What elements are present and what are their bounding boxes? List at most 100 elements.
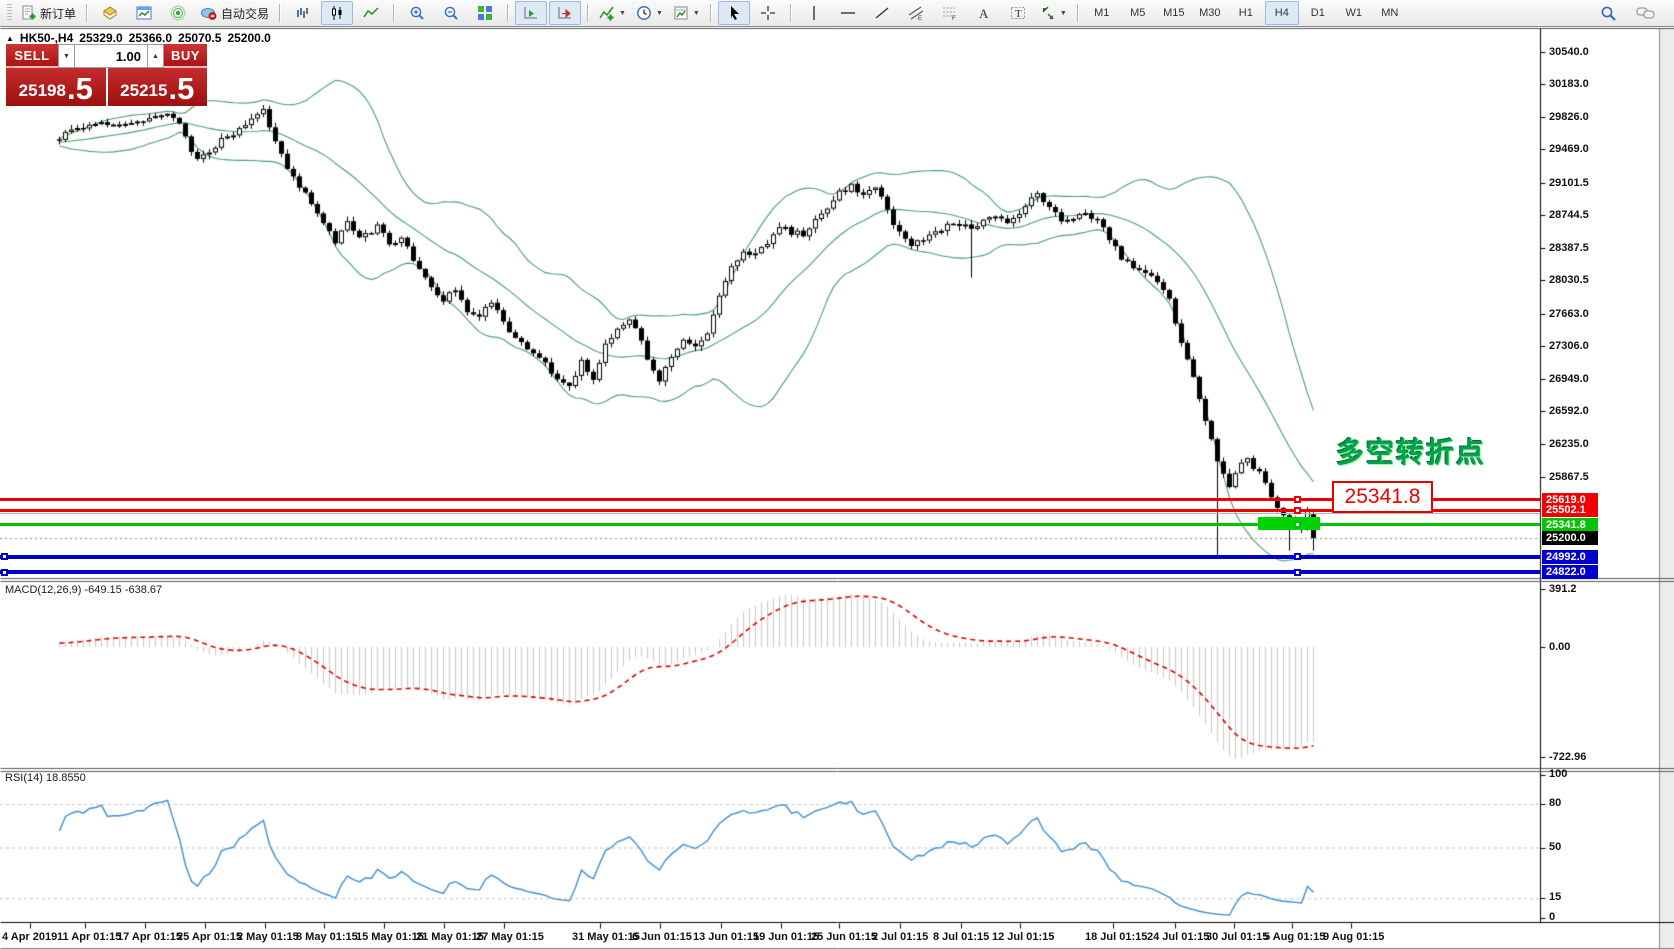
toolbar-separator <box>279 4 281 22</box>
candle-chart-button[interactable] <box>321 1 353 25</box>
search-button[interactable] <box>1592 1 1624 25</box>
volume-input[interactable]: 1.00 <box>75 44 147 68</box>
signal-icon <box>170 5 186 21</box>
bar-chart-button[interactable] <box>287 1 319 25</box>
chart-canvas[interactable] <box>0 0 1674 949</box>
date-axis-label: 21 May 01:15 <box>416 931 484 943</box>
cursor-tool-button[interactable] <box>718 1 750 25</box>
price-axis-label: 26592.0 <box>1549 405 1589 417</box>
buy-price[interactable]: 25215 .5 <box>108 68 208 106</box>
horizontal-line-tool-button[interactable] <box>832 1 864 25</box>
timeframe-d1-button[interactable]: D1 <box>1301 1 1335 25</box>
auto-scroll-button[interactable] <box>515 1 547 25</box>
annotation-text[interactable]: 多空转折点 <box>1336 431 1486 471</box>
text-tool-button[interactable]: A <box>968 1 1000 25</box>
horizontal-level-line[interactable] <box>0 509 1540 512</box>
sell-price[interactable]: 25198 .5 <box>6 68 106 106</box>
svg-text:A: A <box>979 6 989 21</box>
toolbar-grip[interactable] <box>7 4 12 22</box>
timeframes-menu-button[interactable]: ▼ <box>632 1 667 25</box>
rsi-name: RSI(14) <box>5 772 43 784</box>
comments-button[interactable] <box>1630 1 1662 25</box>
volume-increase-button[interactable]: ▲ <box>147 44 164 68</box>
line-handle[interactable] <box>1294 569 1301 576</box>
price-axis-label: 30540.0 <box>1549 46 1589 58</box>
volume-decrease-button[interactable]: ▼ <box>58 44 75 68</box>
horizontal-level-line[interactable] <box>0 498 1540 501</box>
text-label-tool-button[interactable]: T <box>1002 1 1034 25</box>
horizontal-level-line[interactable] <box>0 555 1540 559</box>
comments-icon <box>1636 5 1656 21</box>
horizontal-line-icon <box>840 5 856 21</box>
date-axis-label: 13 Jun 01:15 <box>693 931 759 943</box>
date-axis-label: 24 Jul 01:15 <box>1147 931 1209 943</box>
svg-text:T: T <box>1015 8 1022 20</box>
market-watch-button[interactable] <box>94 1 126 25</box>
equidistant-channel-tool-button[interactable]: E <box>900 1 932 25</box>
timeframe-m1-button[interactable]: M1 <box>1085 1 1119 25</box>
line-handle[interactable] <box>1294 507 1301 514</box>
line-handle[interactable] <box>1 569 8 576</box>
buy-button[interactable]: BUY <box>164 44 207 68</box>
new-order-button[interactable]: 新订单 <box>17 1 80 25</box>
line-handle[interactable] <box>1 553 8 560</box>
price-axis-label: 26949.0 <box>1549 373 1589 385</box>
data-window-button[interactable] <box>128 1 160 25</box>
price-axis-label: 28744.5 <box>1549 209 1589 221</box>
zoom-in-button[interactable] <box>401 1 433 25</box>
vertical-line-tool-button[interactable] <box>798 1 830 25</box>
collapse-icon[interactable]: ▲ <box>6 34 14 43</box>
timeframe-w1-button[interactable]: W1 <box>1337 1 1371 25</box>
rsi-axis-label: 80 <box>1549 797 1561 809</box>
line-handle[interactable] <box>1294 521 1301 528</box>
new-order-label: 新订单 <box>40 5 76 22</box>
date-axis-label: 11 Apr 01:15 <box>57 931 121 943</box>
level-price-tag: 24822.0 <box>1542 565 1598 579</box>
trendline-tool-button[interactable] <box>866 1 898 25</box>
crosshair-tool-button[interactable] <box>752 1 784 25</box>
timeframe-h4-button[interactable]: H4 <box>1265 1 1299 25</box>
date-axis-label: 18 Jul 01:15 <box>1085 931 1147 943</box>
horizontal-level-line[interactable] <box>0 570 1540 574</box>
clock-icon <box>636 5 652 21</box>
date-axis-label: 15 May 01:15 <box>356 931 424 943</box>
toolbar-separator <box>393 4 395 22</box>
auto-trading-button[interactable]: 自动交易 <box>196 1 273 25</box>
chart-shift-button[interactable] <box>549 1 581 25</box>
date-axis-label: 9 Aug 01:15 <box>1323 931 1384 943</box>
svg-text:F: F <box>952 16 956 21</box>
text-a-icon: A <box>977 5 991 21</box>
timeframe-m5-button[interactable]: M5 <box>1121 1 1155 25</box>
fibonacci-tool-button[interactable]: F <box>934 1 966 25</box>
timeframe-mn-button[interactable]: MN <box>1373 1 1407 25</box>
rsi-axis-label: 15 <box>1549 891 1561 903</box>
horizontal-level-line[interactable] <box>0 513 1540 514</box>
buy-price-frac: .5 <box>168 73 194 104</box>
chart-shift-icon <box>557 5 573 21</box>
strategy-tester-button[interactable] <box>162 1 194 25</box>
line-handle[interactable] <box>1294 496 1301 503</box>
timeframe-m15-button[interactable]: M15 <box>1157 1 1191 25</box>
templates-button[interactable]: ▼ <box>669 1 704 25</box>
date-axis-label: 30 Jul 01:15 <box>1206 931 1268 943</box>
toolbar: 新订单 <box>0 0 1674 27</box>
level-price-tag: 25341.8 <box>1542 518 1598 532</box>
svg-text:E: E <box>918 16 922 21</box>
timeframe-h1-button[interactable]: H1 <box>1229 1 1263 25</box>
toolbar-separator <box>790 4 792 22</box>
sell-button[interactable]: SELL <box>6 44 58 68</box>
highlight-rectangle[interactable] <box>1258 517 1320 530</box>
line-handle[interactable] <box>1294 553 1301 560</box>
line-chart-button[interactable] <box>355 1 387 25</box>
zoom-out-button[interactable] <box>435 1 467 25</box>
price-callout-label[interactable]: 25341.8 <box>1332 481 1433 513</box>
tile-windows-button[interactable] <box>469 1 501 25</box>
indicators-button[interactable]: ▼ <box>595 1 630 25</box>
price-axis-label: 26235.0 <box>1549 438 1589 450</box>
auto-trading-icon <box>200 5 218 21</box>
arrows-tool-button[interactable]: ▼ <box>1036 1 1071 25</box>
timeframe-m30-button[interactable]: M30 <box>1193 1 1227 25</box>
date-axis-label: 17 Apr 01:15 <box>117 931 182 943</box>
price-axis-label: 28030.5 <box>1549 274 1589 286</box>
search-icon <box>1600 5 1617 22</box>
